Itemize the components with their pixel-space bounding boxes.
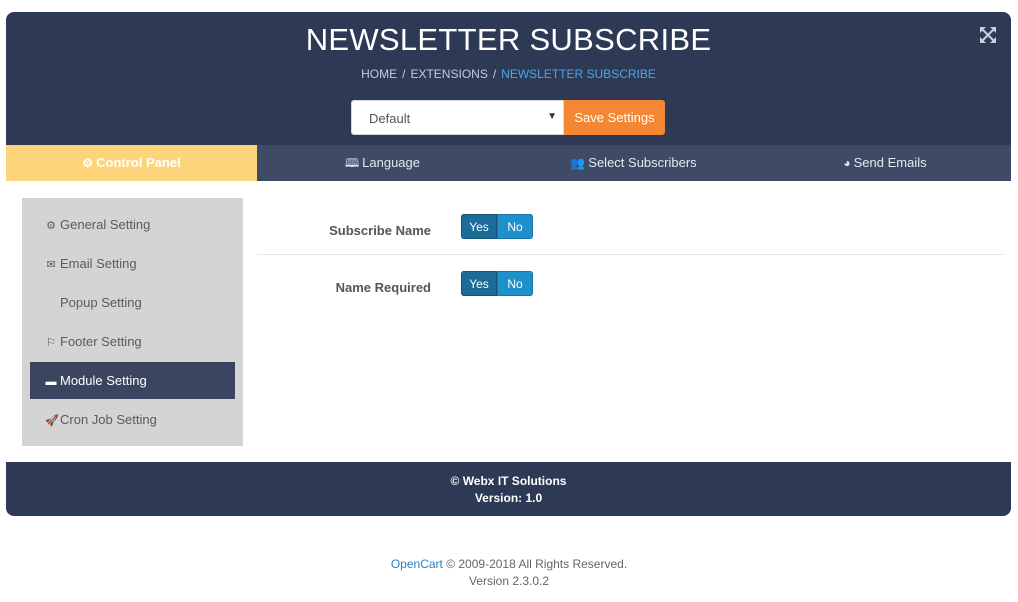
sidebar-item-label: Email Setting xyxy=(60,256,137,271)
module-footer: © Webx IT Solutions Version: 1.0 xyxy=(6,462,1011,516)
page-footer: OpenCart © 2009-2018 All Rights Reserved… xyxy=(0,556,1018,590)
rights-text: © 2009-2018 All Rights Reserved. xyxy=(442,557,628,571)
settings-sidebar: ⚙ General Setting ✉ Email Setting Popup Se… xyxy=(22,198,243,446)
store-select[interactable]: Default ▼ xyxy=(351,100,564,135)
tab-select-subscribers[interactable]: 👥 Select Subscribers xyxy=(508,145,759,181)
module-version: Version: 1.0 xyxy=(474,491,543,505)
tab-send-emails[interactable]: ◕ Send Emails xyxy=(759,145,1011,181)
rocket-icon: 🚀 xyxy=(45,415,59,427)
name-required-yes-button[interactable]: Yes xyxy=(461,271,497,296)
name-required-label: Name Required xyxy=(335,280,431,295)
name-required-toggle[interactable]: Yes No xyxy=(461,271,533,296)
opencart-link[interactable]: OpenCart xyxy=(391,557,443,571)
folder-icon: ▬ xyxy=(45,376,57,388)
sidebar-item-email-setting[interactable]: ✉ Email Setting xyxy=(30,245,235,282)
sidebar-item-label: General Setting xyxy=(60,217,151,232)
breadcrumb-current: NEWSLETTER SUBSCRIBE xyxy=(501,67,656,81)
expand-arrows-icon[interactable] xyxy=(979,26,997,44)
gear-icon: ⚙ xyxy=(82,156,94,170)
sidebar-item-popup-setting[interactable]: Popup Setting xyxy=(30,284,235,321)
sidebar-item-cron-job-setting[interactable]: 🚀Cron Job Setting xyxy=(30,401,235,438)
tab-label: Send Emails xyxy=(853,155,927,170)
name-required-no-button[interactable]: No xyxy=(497,271,533,296)
breadcrumb-home[interactable]: HOME xyxy=(361,67,397,81)
breadcrumb: HOME / EXTENSIONS / NEWSLETTER SUBSCRIBE xyxy=(6,67,1011,81)
module-panel: NEWSLETTER SUBSCRIBE HOME / EXTENSIONS / NEW… xyxy=(6,12,1011,516)
breadcrumb-separator: / xyxy=(492,67,497,81)
sidebar-item-label: Popup Setting xyxy=(60,295,142,310)
sidebar-item-general-setting[interactable]: ⚙ General Setting xyxy=(30,206,235,243)
sidebar-item-module-setting[interactable]: ▬ Module Setting xyxy=(30,362,235,399)
dashboard-icon: ◕ xyxy=(843,156,851,170)
tab-label: Language xyxy=(362,155,420,170)
subscribe-name-label: Subscribe Name xyxy=(329,223,431,238)
opencart-version: Version 2.3.0.2 xyxy=(468,574,550,588)
tab-control-panel[interactable]: ⚙ Control Panel xyxy=(6,145,257,181)
module-settings-form: Subscribe Name Yes No Name Required Yes … xyxy=(257,198,1007,458)
users-icon: 👥 xyxy=(570,156,586,170)
sidebar-item-label: Module Setting xyxy=(60,373,147,388)
subscribe-name-yes-button[interactable]: Yes xyxy=(461,214,497,239)
subscribe-name-toggle[interactable]: Yes No xyxy=(461,214,533,239)
chevron-down-icon: ▼ xyxy=(547,111,557,122)
divider xyxy=(257,254,1005,255)
breadcrumb-separator: / xyxy=(402,67,406,81)
tab-label: Select Subscribers xyxy=(588,155,697,170)
sidebar-item-label: Footer Setting xyxy=(60,334,142,349)
language-icon: 🕮 xyxy=(345,156,360,170)
copyright-text: © Webx IT Solutions xyxy=(450,474,567,488)
envelope-icon: ✉ xyxy=(46,259,56,271)
tab-language[interactable]: 🕮 Language xyxy=(257,145,508,181)
store-select-value: Default xyxy=(369,111,411,126)
sidebar-item-label: Cron Job Setting xyxy=(60,412,157,427)
tab-label: Control Panel xyxy=(96,155,181,170)
main-tabs: ⚙ Control Panel 🕮 Language 👥 Select Subscri… xyxy=(6,145,1011,181)
gear-icon: ⚙ xyxy=(46,220,56,232)
sidebar-item-footer-setting[interactable]: ⚐ Footer Setting xyxy=(30,323,235,360)
subscribe-name-no-button[interactable]: No xyxy=(497,214,533,239)
flag-icon: ⚐ xyxy=(46,337,56,349)
save-settings-button[interactable]: Save Settings xyxy=(564,100,665,135)
page-title: NEWSLETTER SUBSCRIBE xyxy=(305,22,712,57)
breadcrumb-extensions[interactable]: EXTENSIONS xyxy=(410,67,487,81)
